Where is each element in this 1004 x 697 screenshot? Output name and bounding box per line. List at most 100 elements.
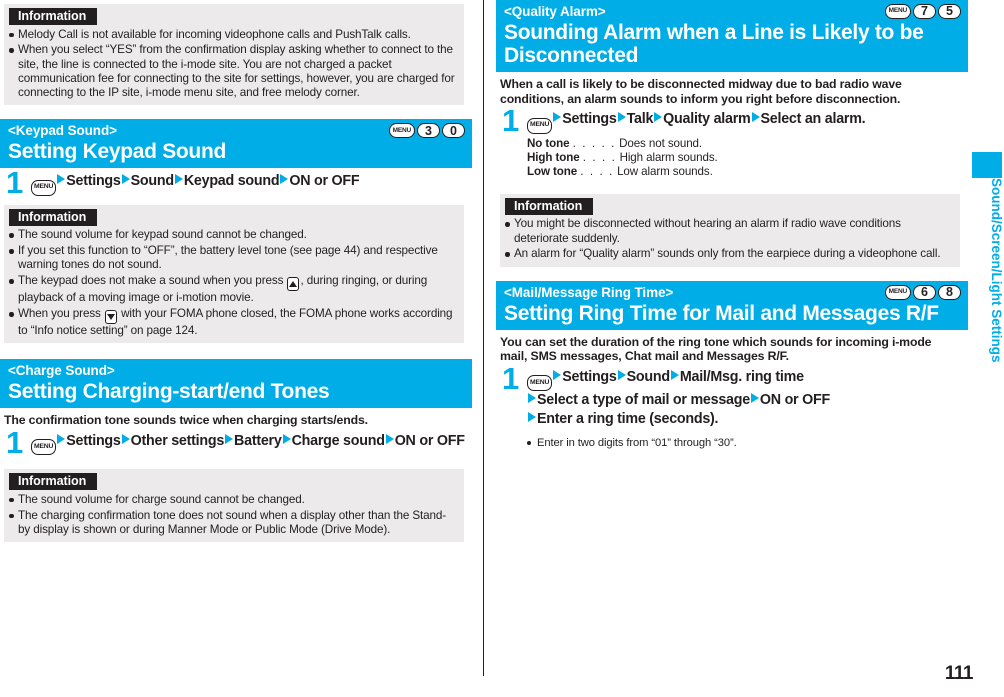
leader-dots: . . . . . [572, 136, 616, 150]
step-item: Quality alarm [663, 111, 751, 128]
information-box-keypad-sound: Information The sound volume for keypad … [4, 204, 464, 344]
information-item: The keypad does not make a sound when yo… [4, 274, 464, 305]
option-name: Low tone [527, 165, 578, 179]
key-menu-icon: MENU [884, 284, 911, 300]
step-item: ON or OFF [289, 173, 360, 190]
leader-dots: . . . . [580, 165, 614, 179]
arrow-icon [280, 174, 289, 185]
information-item: The sound volume for keypad sound cannot… [4, 228, 464, 242]
option-description: Does not sound. [619, 136, 703, 150]
section-header: <Quality Alarm> Sounding Alarm when a Li… [496, 0, 968, 72]
arrow-icon [553, 369, 562, 380]
arrow-icon [750, 393, 759, 404]
list-item: No tone . . . . . Does not sound. [527, 137, 964, 151]
key-menu-icon: MENU [31, 439, 57, 456]
information-item: Melody Call is not available for incomin… [4, 28, 464, 42]
leader-dots: . . . . [582, 151, 617, 164]
step-item: Select an alarm. [760, 111, 866, 128]
arrow-icon [617, 369, 626, 380]
step-block: 1 MENU Settings Sound Keypad sound ON or OFF [0, 165, 472, 201]
key-digit-icon: 6 [913, 284, 936, 300]
step-item: Settings [562, 111, 617, 128]
step-number: 1 [6, 165, 24, 201]
key-menu-icon: MENU [884, 4, 911, 19]
arrow-icon [57, 174, 66, 185]
section-quality-alarm: <Quality Alarm> Sounding Alarm when a Li… [496, 0, 968, 267]
step-item: Select a type of mail or message [537, 392, 750, 409]
shortcut-keys: MENU 3 0 [388, 123, 465, 139]
step-block: 1 MENU Settings Sound Mail/Msg. ring time Se… [496, 360, 968, 429]
section-keypad-sound: <Keypad Sound> Setting Keypad Sound MENU… [0, 119, 472, 344]
information-text: When you press [18, 307, 101, 321]
step-item: Charge sound [291, 432, 385, 449]
step-number: 1 [502, 360, 520, 396]
information-item: When you select “YES” from the confirmat… [4, 43, 464, 100]
arrow-icon [654, 112, 663, 123]
information-label: Information [505, 197, 594, 215]
step-body: MENU Settings Sound Keypad sound ON or OFF [31, 172, 468, 196]
section-lead: The confirmation tone sounds twice when … [4, 413, 368, 428]
section-title: Setting Ring Time for Mail and Messages … [504, 301, 939, 325]
arrow-icon [282, 433, 291, 444]
step-note: Enter in two digits from “01” through “3… [523, 436, 968, 450]
alarm-options-list: No tone . . . . . Does not sound. High t… [496, 134, 968, 180]
information-label: Information [9, 8, 98, 25]
option-name: No tone [527, 136, 570, 150]
key-menu-icon: MENU [388, 123, 415, 139]
manual-page: Information Melody Call is not available… [0, 0, 1004, 697]
step-item: Keypad sound [183, 173, 280, 190]
section-mail-message-ring-time: <Mail/Message Ring Time> Setting Ring Ti… [496, 280, 968, 451]
arrow-icon [617, 112, 626, 123]
right-column: <Quality Alarm> Sounding Alarm when a Li… [496, 0, 968, 450]
arrow-icon [751, 112, 760, 123]
step-item: Mail/Msg. ring time [679, 368, 804, 385]
information-item: If you set this function to “OFF”, the b… [4, 244, 464, 273]
option-description: Low alarm sounds. [617, 165, 713, 179]
arrow-icon [528, 393, 536, 404]
step-item: Other settings [130, 432, 225, 449]
column-divider [483, 0, 484, 676]
side-tab-label: Sound/Screen/Light Settings [989, 178, 1004, 363]
step-number: 1 [6, 424, 24, 460]
section-lead: You can set the duration of the ring ton… [500, 334, 932, 364]
shortcut-keys: MENU 6 8 [884, 284, 961, 300]
arrow-icon [553, 112, 562, 123]
arrow-icon [174, 174, 183, 185]
information-box-quality-alarm: Information You might be disconnected wi… [500, 193, 960, 267]
key-menu-icon: MENU [527, 117, 553, 134]
left-column: Information Melody Call is not available… [0, 0, 472, 543]
information-label: Information [9, 208, 98, 226]
step-item: Sound [130, 173, 174, 190]
section-title: Sounding Alarm when a Line is Likely to … [504, 21, 924, 67]
information-item: The charging confirmation tone does not … [4, 509, 464, 538]
key-digit-icon: 0 [442, 123, 465, 139]
step-item: Settings [562, 368, 617, 385]
section-subtitle: <Charge Sound> [8, 363, 115, 379]
step-block: 1 MENU Settings Other settings Battery Charg… [0, 424, 472, 460]
shortcut-keys: MENU 7 5 [884, 4, 961, 19]
step-item: Settings [66, 173, 121, 190]
side-tab-marker [972, 152, 1002, 178]
arrow-icon [225, 433, 234, 444]
section-title: Setting Charging-start/end Tones [8, 380, 330, 404]
information-text: The keypad does not make a sound when yo… [18, 274, 284, 288]
key-up-icon [287, 277, 300, 292]
key-down-icon [104, 310, 117, 325]
step-body: MENU Settings Other settings Battery Charge … [31, 432, 468, 456]
key-menu-icon: MENU [31, 179, 57, 196]
section-lead: When a call is likely to be disconnected… [500, 77, 902, 106]
key-menu-icon: MENU [527, 375, 553, 392]
information-box-melody-call: Information Melody Call is not available… [4, 4, 464, 106]
arrow-icon [121, 174, 130, 185]
section-header: <Keypad Sound> Setting Keypad Sound MENU… [0, 119, 472, 169]
section-header: <Mail/Message Ring Time> Setting Ring Ti… [496, 280, 968, 330]
step-item: Battery [234, 432, 282, 449]
key-digit-icon: 5 [938, 4, 961, 19]
arrow-icon [528, 412, 536, 423]
step-item: Sound [626, 368, 670, 385]
section-header: <Charge Sound> Setting Charging-start/en… [0, 359, 472, 409]
step-number: 1 [502, 103, 520, 139]
information-label: Information [9, 473, 98, 491]
information-item: When you press with your FOMA phone clos… [4, 307, 464, 338]
arrow-icon [57, 433, 66, 444]
